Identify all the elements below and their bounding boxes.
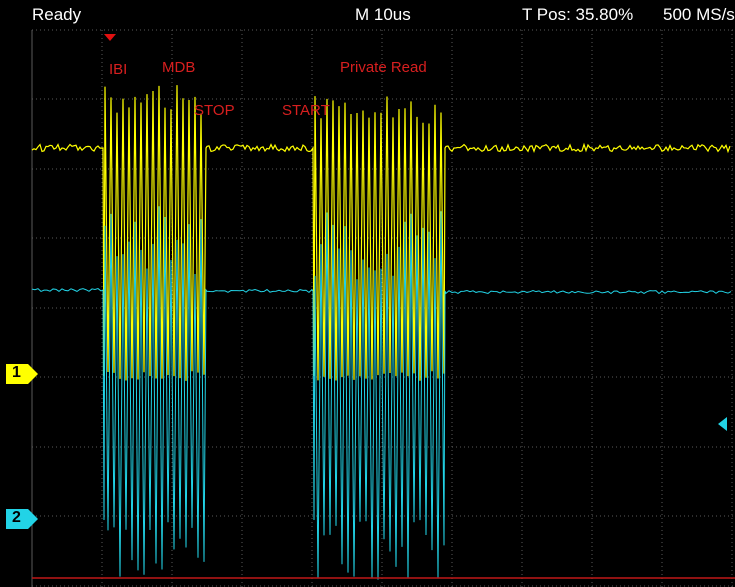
channel-2-marker[interactable]: 2 [6, 508, 40, 530]
channel-2-label: 2 [12, 509, 21, 526]
annotation-ibi: IBI [109, 61, 128, 78]
acquisition-state: Ready [32, 5, 82, 24]
annotation-private-read: Private Read [340, 59, 427, 76]
annotation-stop: STOP [194, 102, 235, 119]
channel-1-label: 1 [12, 364, 21, 381]
timebase-readout: M 10us [355, 5, 411, 24]
trigger-position-readout: T Pos: 35.80% [522, 5, 634, 24]
status-bar: Ready M 10us T Pos: 35.80% 500 MS/s [0, 0, 735, 30]
trigger-position-marker[interactable] [104, 34, 116, 41]
sample-rate-readout: 500 MS/s [663, 5, 735, 24]
waveforms [31, 85, 732, 580]
oscilloscope-screen: Ready M 10us T Pos: 35.80% 500 MS/s IBI … [0, 0, 735, 587]
annotation-start: START [282, 102, 330, 119]
waveform-display [31, 29, 735, 587]
annotation-mdb: MDB [162, 59, 196, 76]
trigger-level-marker[interactable] [718, 417, 727, 431]
channel-1-trace [31, 85, 731, 381]
channel-1-marker[interactable]: 1 [6, 363, 40, 385]
